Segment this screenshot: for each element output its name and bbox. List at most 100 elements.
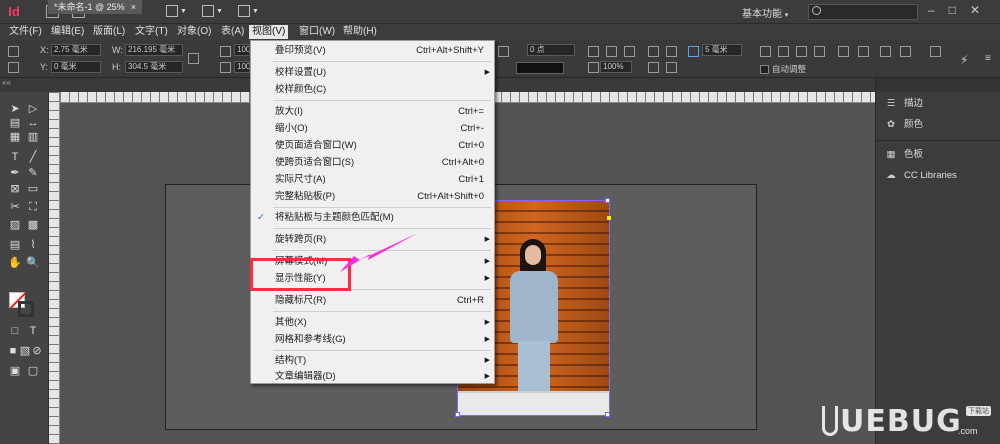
- zoom-tool-icon[interactable]: 🔍: [26, 256, 40, 270]
- panel-dock-header[interactable]: [876, 78, 1000, 92]
- width-field[interactable]: 216.195 毫米: [125, 44, 183, 56]
- auto-fit-checkbox[interactable]: 自动调整: [760, 63, 806, 75]
- panel-color[interactable]: ✿ 颜色: [884, 116, 923, 134]
- page-tool-icon[interactable]: ▤: [8, 116, 22, 130]
- gradient-swatch-tool-icon[interactable]: ▨: [8, 218, 22, 232]
- menu-help[interactable]: 帮助(H): [340, 25, 380, 39]
- menu-view[interactable]: 视图(V): [249, 25, 289, 39]
- free-transform-tool-icon[interactable]: ⛶: [26, 200, 40, 214]
- indesign-logo-icon[interactable]: Id: [4, 3, 24, 21]
- menu-item-proof-setup[interactable]: 校样设置(U) ▶: [251, 64, 496, 81]
- align-top-icon[interactable]: [648, 62, 659, 73]
- menu-item-fit-page[interactable]: 使页面适合窗口(W) Ctrl+0: [251, 137, 496, 154]
- panel-cc-libraries[interactable]: ☁ CC Libraries: [884, 167, 957, 185]
- frame-handle-top-right[interactable]: [605, 198, 610, 203]
- reference-point-icon[interactable]: [8, 46, 19, 57]
- screen-mode-icon[interactable]: ▼: [202, 5, 224, 19]
- gap-field[interactable]: 5 毫米: [702, 44, 742, 56]
- search-input[interactable]: [808, 4, 918, 20]
- view-options-icon[interactable]: ▼: [166, 5, 188, 19]
- frame-handle-bottom-left[interactable]: [455, 412, 460, 417]
- menu-item-proof-colors[interactable]: 校样颜色(C): [251, 81, 496, 98]
- prev-object-icon[interactable]: [880, 46, 891, 57]
- menu-item-match-pasteboard[interactable]: ✓ 将粘贴板与主题颜色匹配(M): [251, 209, 496, 226]
- scissors-tool-icon[interactable]: ✂: [8, 200, 22, 214]
- direct-selection-tool-icon[interactable]: ▷: [26, 102, 40, 116]
- menu-item-actual-size[interactable]: 实际尺寸(A) Ctrl+1: [251, 171, 496, 188]
- lightning-icon[interactable]: ⚡: [960, 53, 971, 67]
- wrap-bbox-icon[interactable]: [606, 46, 617, 57]
- fill-frame-icon[interactable]: [814, 46, 825, 57]
- selection-tool-icon[interactable]: ➤: [8, 102, 22, 116]
- formatting-affects-text-icon[interactable]: T: [26, 324, 40, 338]
- rectangle-frame-tool-icon[interactable]: ⊠: [8, 182, 22, 196]
- x-field[interactable]: 2.75 毫米: [51, 44, 101, 56]
- menu-item-overprint-preview[interactable]: 叠印预览(V) Ctrl+Alt+Shift+Y: [251, 42, 496, 59]
- panel-menu-icon[interactable]: [930, 46, 941, 57]
- note-tool-icon[interactable]: ▤: [8, 238, 22, 252]
- align-left-icon[interactable]: [648, 46, 659, 57]
- align-bottom-icon[interactable]: [666, 62, 677, 73]
- align-center-icon[interactable]: [666, 46, 677, 57]
- menu-item-zoom-in[interactable]: 放大(I) Ctrl+=: [251, 103, 496, 120]
- gap-tool-icon[interactable]: [688, 46, 699, 57]
- preview-mode-icon[interactable]: ▢: [26, 364, 40, 378]
- wrap-none-icon[interactable]: [588, 46, 599, 57]
- pencil-tool-icon[interactable]: ✎: [26, 166, 40, 180]
- frame-handle-bottom-right[interactable]: [605, 412, 610, 417]
- scale-y-field[interactable]: 100%: [234, 61, 250, 73]
- hand-tool-icon[interactable]: ✋: [8, 256, 22, 270]
- menu-type[interactable]: 文字(T): [132, 25, 171, 39]
- rectangle-tool-icon[interactable]: ▭: [26, 182, 40, 196]
- pen-tool-icon[interactable]: ✒: [8, 166, 22, 180]
- menu-item-entire-pasteboard[interactable]: 完整粘贴板(P) Ctrl+Alt+Shift+0: [251, 188, 496, 205]
- line-tool-icon[interactable]: ╱: [26, 150, 40, 164]
- control-menu-icon[interactable]: ≡: [985, 53, 996, 64]
- stroke-swatch-icon[interactable]: [18, 301, 34, 317]
- eyedropper-tool-icon[interactable]: ⌇: [26, 238, 40, 252]
- collapse-panel-icon[interactable]: ««: [2, 78, 11, 87]
- menu-edit[interactable]: 编辑(E): [48, 25, 87, 39]
- fx-effects-icon[interactable]: [624, 46, 635, 57]
- arrange-documents-icon[interactable]: ▼: [238, 5, 260, 19]
- apply-none-icon[interactable]: ⊘: [30, 344, 44, 358]
- reference-point-grid-icon[interactable]: [8, 62, 19, 73]
- close-tab-icon[interactable]: ×: [131, 0, 136, 14]
- select-container-icon[interactable]: [838, 46, 849, 57]
- menu-item-grids-guides[interactable]: 网格和参考线(G) ▶: [251, 331, 496, 348]
- opacity-field[interactable]: 100%: [600, 61, 632, 73]
- menu-item-hide-rulers[interactable]: 隐藏标尺(R) Ctrl+R: [251, 292, 496, 309]
- formatting-affects-container-icon[interactable]: □: [8, 324, 22, 338]
- select-content-icon[interactable]: [858, 46, 869, 57]
- menu-window[interactable]: 窗口(W): [296, 25, 338, 39]
- menu-file[interactable]: 文件(F): [6, 25, 45, 39]
- gradient-feather-tool-icon[interactable]: ▩: [26, 218, 40, 232]
- center-content-icon[interactable]: [796, 46, 807, 57]
- fit-frame-icon[interactable]: [760, 46, 771, 57]
- text-wrap-handle[interactable]: [607, 216, 611, 220]
- menu-item-extras[interactable]: 其他(X) ▶: [251, 314, 496, 331]
- scale-x-field[interactable]: 100%: [234, 44, 250, 56]
- normal-mode-icon[interactable]: ▣: [8, 364, 22, 378]
- workspace-switcher[interactable]: 基本功能 ▾: [742, 5, 788, 20]
- fit-content-icon[interactable]: [778, 46, 789, 57]
- menu-layout[interactable]: 版面(L): [90, 25, 128, 39]
- panel-stroke[interactable]: ☰ 描边: [884, 95, 923, 113]
- maximize-icon[interactable]: □: [949, 3, 970, 17]
- panel-swatches[interactable]: ▦ 色板: [884, 146, 924, 164]
- content-collector-icon[interactable]: ▦: [8, 130, 22, 144]
- menu-item-zoom-out[interactable]: 缩小(O) Ctrl+-: [251, 120, 496, 137]
- menu-table[interactable]: 表(A): [218, 25, 247, 39]
- close-icon[interactable]: ✕: [970, 3, 994, 17]
- type-tool-icon[interactable]: T: [8, 150, 22, 164]
- minimize-icon[interactable]: –: [928, 3, 949, 17]
- stroke-weight-field[interactable]: 0 点: [527, 44, 575, 56]
- tab-document[interactable]: *未命名-1 @ 25% ×: [48, 0, 142, 14]
- gap-tool-icon[interactable]: ↔: [26, 116, 40, 130]
- menu-item-structure[interactable]: 结构(T) ▶: [251, 352, 496, 369]
- menu-item-story-editor[interactable]: 文章编辑器(D) ▶: [251, 368, 496, 385]
- content-placer-icon[interactable]: ▥: [26, 130, 40, 144]
- menu-item-fit-spread[interactable]: 使跨页适合窗口(S) Ctrl+Alt+0: [251, 154, 496, 171]
- next-object-icon[interactable]: [900, 46, 911, 57]
- vertical-ruler[interactable]: [49, 92, 60, 444]
